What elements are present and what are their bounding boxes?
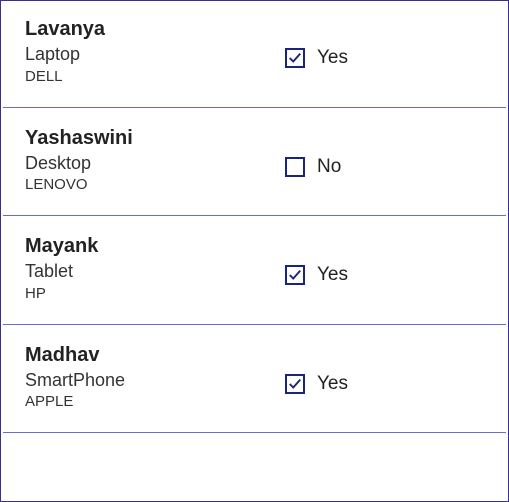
list-item: Madhav SmartPhone APPLE Yes bbox=[3, 325, 506, 434]
check-icon bbox=[288, 377, 302, 391]
list-item: Mayank Tablet HP Yes bbox=[3, 216, 506, 325]
outer-frame: Lavanya Laptop DELL Yes Yashaswini Deskt… bbox=[0, 0, 509, 502]
item-brand: LENOVO bbox=[25, 176, 285, 193]
check-icon bbox=[288, 51, 302, 65]
item-brand: DELL bbox=[25, 68, 285, 85]
list-item: Lavanya Laptop DELL Yes bbox=[3, 3, 506, 108]
item-brand: APPLE bbox=[25, 393, 285, 410]
scroll-area[interactable]: Lavanya Laptop DELL Yes Yashaswini Deskt… bbox=[3, 3, 506, 499]
item-check-label: Yes bbox=[317, 373, 348, 395]
item-check-label: No bbox=[317, 156, 341, 178]
item-checkbox[interactable] bbox=[285, 265, 305, 285]
item-check-label: Yes bbox=[317, 47, 348, 69]
item-device: Desktop bbox=[25, 152, 285, 175]
item-checkbox[interactable] bbox=[285, 48, 305, 68]
bottom-spacer bbox=[3, 433, 506, 453]
item-check-col: No bbox=[285, 126, 341, 178]
check-icon bbox=[288, 268, 302, 282]
list-item: Yashaswini Desktop LENOVO No bbox=[3, 108, 506, 217]
item-name: Lavanya bbox=[25, 17, 285, 41]
item-checkbox[interactable] bbox=[285, 157, 305, 177]
item-check-col: Yes bbox=[285, 343, 348, 395]
item-check-col: Yes bbox=[285, 17, 348, 69]
item-device: Laptop bbox=[25, 43, 285, 66]
item-check-label: Yes bbox=[317, 264, 348, 286]
item-info: Yashaswini Desktop LENOVO bbox=[25, 126, 285, 194]
item-device: SmartPhone bbox=[25, 369, 285, 392]
item-info: Lavanya Laptop DELL bbox=[25, 17, 285, 85]
item-check-col: Yes bbox=[285, 234, 348, 286]
item-brand: HP bbox=[25, 285, 285, 302]
item-checkbox[interactable] bbox=[285, 374, 305, 394]
item-device: Tablet bbox=[25, 260, 285, 283]
item-name: Mayank bbox=[25, 234, 285, 258]
item-info: Mayank Tablet HP bbox=[25, 234, 285, 302]
item-name: Yashaswini bbox=[25, 126, 285, 150]
item-info: Madhav SmartPhone APPLE bbox=[25, 343, 285, 411]
item-name: Madhav bbox=[25, 343, 285, 367]
